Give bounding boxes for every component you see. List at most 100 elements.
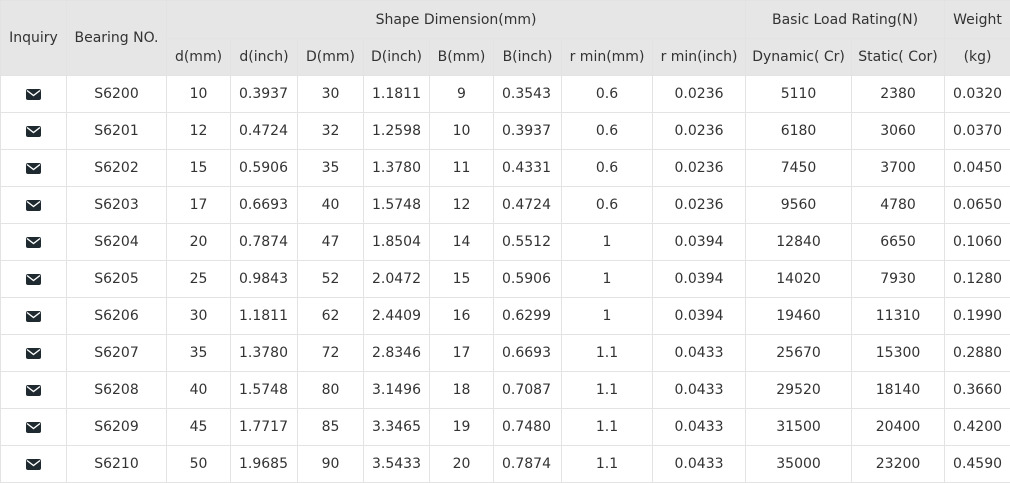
- header-bearing-no: Bearing NO.: [67, 1, 167, 76]
- cell-B-mm: 16: [430, 298, 494, 335]
- cell-B-mm: 14: [430, 224, 494, 261]
- envelope-icon[interactable]: [26, 200, 41, 211]
- cell-rmin-inch: 0.0433: [653, 446, 746, 483]
- cell-rmin-mm: 1.1: [562, 372, 653, 409]
- cell-B-inch: 0.3937: [494, 113, 562, 150]
- cell-d-inch: 0.6693: [231, 187, 298, 224]
- cell-B-inch: 0.6299: [494, 298, 562, 335]
- cell-B-inch: 0.7874: [494, 446, 562, 483]
- envelope-icon[interactable]: [26, 274, 41, 285]
- cell-rmin-inch: 0.0394: [653, 224, 746, 261]
- cell-B-mm: 19: [430, 409, 494, 446]
- cell-B-mm: 11: [430, 150, 494, 187]
- cell-static-cor: 23200: [852, 446, 945, 483]
- header-shape-dimension: Shape Dimension(mm): [167, 1, 746, 39]
- table-row: S6205250.9843522.0472150.590610.03941402…: [1, 261, 1010, 298]
- cell-d-inch: 0.7874: [231, 224, 298, 261]
- envelope-icon[interactable]: [26, 422, 41, 433]
- cell-d-inch: 0.3937: [231, 76, 298, 113]
- table-body: S6200100.3937301.181190.35430.60.0236511…: [1, 76, 1010, 483]
- cell-rmin-mm: 1: [562, 261, 653, 298]
- cell-d-inch: 1.9685: [231, 446, 298, 483]
- cell-dynamic-cr: 19460: [746, 298, 852, 335]
- cell-inquiry[interactable]: [1, 113, 67, 150]
- envelope-icon[interactable]: [26, 348, 41, 359]
- cell-inquiry[interactable]: [1, 335, 67, 372]
- table-row: S6203170.6693401.5748120.47240.60.023695…: [1, 187, 1010, 224]
- cell-rmin-mm: 1.1: [562, 446, 653, 483]
- cell-static-cor: 3060: [852, 113, 945, 150]
- cell-rmin-mm: 0.6: [562, 150, 653, 187]
- cell-rmin-inch: 0.0433: [653, 372, 746, 409]
- cell-D-mm: 72: [298, 335, 364, 372]
- cell-B-inch: 0.7087: [494, 372, 562, 409]
- envelope-icon[interactable]: [26, 89, 41, 100]
- cell-inquiry[interactable]: [1, 76, 67, 113]
- cell-D-mm: 47: [298, 224, 364, 261]
- cell-inquiry[interactable]: [1, 261, 67, 298]
- cell-static-cor: 11310: [852, 298, 945, 335]
- cell-D-inch: 3.1496: [364, 372, 430, 409]
- cell-D-inch: 2.0472: [364, 261, 430, 298]
- cell-D-mm: 62: [298, 298, 364, 335]
- cell-bearing-no: S6208: [67, 372, 167, 409]
- cell-rmin-mm: 1.1: [562, 409, 653, 446]
- cell-B-mm: 10: [430, 113, 494, 150]
- cell-B-inch: 0.4331: [494, 150, 562, 187]
- envelope-icon[interactable]: [26, 237, 41, 248]
- cell-weight-kg: 0.0320: [945, 76, 1010, 113]
- cell-bearing-no: S6204: [67, 224, 167, 261]
- cell-D-mm: 85: [298, 409, 364, 446]
- cell-D-inch: 1.3780: [364, 150, 430, 187]
- header-static-cor: Static( Cor): [852, 39, 945, 76]
- cell-rmin-mm: 1: [562, 298, 653, 335]
- cell-B-mm: 15: [430, 261, 494, 298]
- cell-D-inch: 1.1811: [364, 76, 430, 113]
- cell-bearing-no: S6206: [67, 298, 167, 335]
- envelope-icon[interactable]: [26, 459, 41, 470]
- header-dynamic-cr: Dynamic( Cr): [746, 39, 852, 76]
- cell-inquiry[interactable]: [1, 298, 67, 335]
- cell-d-mm: 30: [167, 298, 231, 335]
- envelope-icon[interactable]: [26, 126, 41, 137]
- cell-D-mm: 90: [298, 446, 364, 483]
- cell-dynamic-cr: 7450: [746, 150, 852, 187]
- cell-rmin-inch: 0.0433: [653, 335, 746, 372]
- cell-D-mm: 40: [298, 187, 364, 224]
- cell-inquiry[interactable]: [1, 187, 67, 224]
- cell-static-cor: 7930: [852, 261, 945, 298]
- cell-static-cor: 4780: [852, 187, 945, 224]
- cell-D-mm: 30: [298, 76, 364, 113]
- cell-dynamic-cr: 35000: [746, 446, 852, 483]
- table-row: S6208401.5748803.1496180.70871.10.043329…: [1, 372, 1010, 409]
- header-D-mm: D(mm): [298, 39, 364, 76]
- cell-dynamic-cr: 31500: [746, 409, 852, 446]
- cell-dynamic-cr: 12840: [746, 224, 852, 261]
- cell-d-inch: 0.9843: [231, 261, 298, 298]
- cell-inquiry[interactable]: [1, 409, 67, 446]
- cell-weight-kg: 0.1280: [945, 261, 1010, 298]
- cell-bearing-no: S6203: [67, 187, 167, 224]
- cell-bearing-no: S6210: [67, 446, 167, 483]
- envelope-icon[interactable]: [26, 163, 41, 174]
- cell-weight-kg: 0.0370: [945, 113, 1010, 150]
- header-rmin-inch: r min(inch): [653, 39, 746, 76]
- cell-d-mm: 10: [167, 76, 231, 113]
- cell-B-inch: 0.6693: [494, 335, 562, 372]
- cell-B-mm: 12: [430, 187, 494, 224]
- cell-inquiry[interactable]: [1, 446, 67, 483]
- cell-inquiry[interactable]: [1, 224, 67, 261]
- cell-rmin-mm: 0.6: [562, 113, 653, 150]
- cell-d-mm: 45: [167, 409, 231, 446]
- cell-inquiry[interactable]: [1, 150, 67, 187]
- cell-weight-kg: 0.1990: [945, 298, 1010, 335]
- cell-B-inch: 0.5906: [494, 261, 562, 298]
- cell-dynamic-cr: 5110: [746, 76, 852, 113]
- cell-weight-kg: 0.4200: [945, 409, 1010, 446]
- cell-d-inch: 1.5748: [231, 372, 298, 409]
- cell-dynamic-cr: 6180: [746, 113, 852, 150]
- envelope-icon[interactable]: [26, 385, 41, 396]
- cell-rmin-mm: 0.6: [562, 187, 653, 224]
- envelope-icon[interactable]: [26, 311, 41, 322]
- cell-inquiry[interactable]: [1, 372, 67, 409]
